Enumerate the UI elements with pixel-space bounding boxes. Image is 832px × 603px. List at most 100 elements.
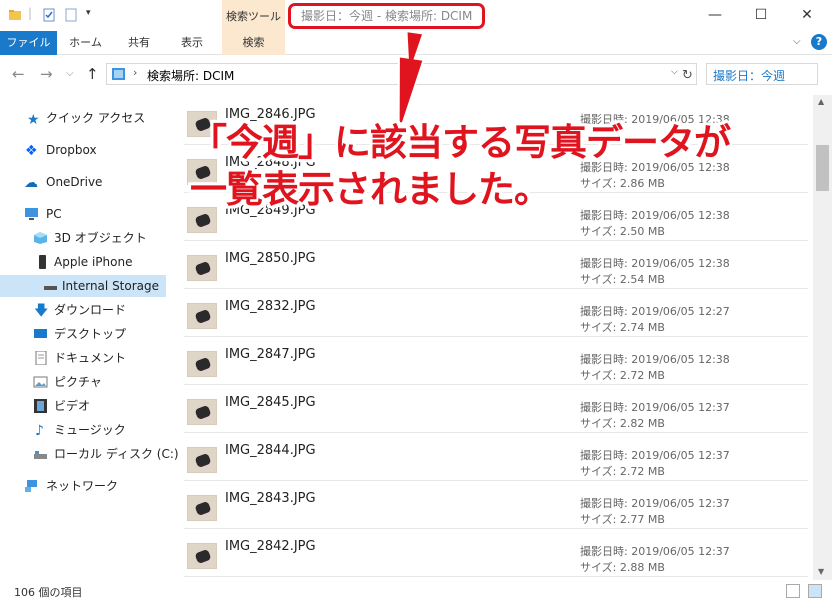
new-folder-icon[interactable] <box>64 8 78 22</box>
dropbox-icon: ❖ <box>25 143 38 159</box>
nav-music[interactable]: ♪ ミュージック <box>0 419 166 441</box>
scroll-down-icon[interactable]: ▼ <box>818 567 824 576</box>
back-button[interactable]: ← <box>12 65 25 83</box>
annotation-line-2: 一覧表示されました。 <box>190 168 551 211</box>
navigation-pane: ★ クイック アクセス ❖ Dropbox ☁ OneDrive PC 3D オ… <box>0 96 179 576</box>
nav-pictures[interactable]: ピクチャ <box>0 371 166 393</box>
address-dropdown-icon[interactable]: ⌵ <box>671 67 678 77</box>
file-date: 撮影日時: 2019/06/05 12:37 <box>580 449 730 462</box>
nav-network[interactable]: ネットワーク <box>0 475 166 497</box>
item-count: 106 個の項目 <box>14 586 83 599</box>
minimize-button[interactable]: — <box>692 0 738 31</box>
pictures-icon <box>33 376 48 388</box>
qa-separator: | <box>28 6 33 20</box>
nav-dropbox[interactable]: ❖ Dropbox <box>0 139 166 161</box>
file-date: 撮影日時: 2019/06/05 12:37 <box>580 545 730 558</box>
close-button[interactable]: ✕ <box>784 0 830 31</box>
nav-videos[interactable]: ビデオ <box>0 395 166 417</box>
download-icon: 🡇 <box>34 303 49 319</box>
status-bar: 106 個の項目 <box>0 580 832 603</box>
nav-desktop[interactable]: デスクトップ <box>0 323 166 345</box>
nav-quick-access[interactable]: ★ クイック アクセス <box>0 107 166 129</box>
star-icon: ★ <box>27 112 40 128</box>
music-note-icon: ♪ <box>35 423 44 439</box>
network-icon <box>25 480 37 492</box>
file-date: 撮影日時: 2019/06/05 12:38 <box>580 353 730 366</box>
nav-downloads[interactable]: 🡇 ダウンロード <box>0 299 166 321</box>
file-size: サイズ: 2.54 MB <box>580 273 665 286</box>
file-date: 撮影日時: 2019/06/05 12:37 <box>580 401 730 414</box>
large-icons-view-icon[interactable] <box>808 584 822 598</box>
up-button[interactable]: ↑ <box>86 65 99 83</box>
tab-share[interactable]: 共有 <box>114 31 164 55</box>
file-name: IMG_2850.JPG <box>225 251 316 266</box>
cloud-icon: ☁ <box>24 175 38 191</box>
details-view-icon[interactable] <box>786 584 800 598</box>
tab-file[interactable]: ファイル <box>0 31 57 55</box>
desktop-icon <box>34 329 47 338</box>
forward-button[interactable]: → <box>40 65 53 83</box>
nav-pc[interactable]: PC <box>0 203 166 225</box>
nav-internal-storage[interactable]: Internal Storage <box>0 275 166 297</box>
breadcrumb-separator-icon[interactable]: › <box>133 66 137 79</box>
file-name: IMG_2843.JPG <box>225 491 316 506</box>
file-row[interactable]: IMG_2843.JPG 撮影日時: 2019/06/05 12:37 サイズ:… <box>184 481 808 529</box>
maximize-button[interactable]: ☐ <box>738 0 784 31</box>
qa-customize-icon[interactable]: ▾ <box>86 8 91 18</box>
breadcrumb[interactable]: 検索場所: DCIM <box>147 67 234 84</box>
properties-icon[interactable] <box>42 8 56 22</box>
nav-documents[interactable]: ドキュメント <box>0 347 166 369</box>
photo-thumbnail <box>187 351 217 377</box>
tab-home[interactable]: ホーム <box>57 31 114 55</box>
file-row[interactable]: IMG_2850.JPG 撮影日時: 2019/06/05 12:38 サイズ:… <box>184 241 808 289</box>
photo-thumbnail <box>187 447 217 473</box>
tab-search[interactable]: 検索 <box>222 31 285 55</box>
drive-icon <box>34 451 47 459</box>
file-name: IMG_2847.JPG <box>225 347 316 362</box>
scroll-up-icon[interactable]: ▲ <box>818 97 824 106</box>
ribbon-expand-icon[interactable]: ⌵ <box>793 36 801 47</box>
cube-icon <box>34 232 47 244</box>
nav-local-disk[interactable]: ローカル ディスク (C:) <box>0 443 179 465</box>
tab-view[interactable]: 表示 <box>164 31 220 55</box>
file-date: 撮影日時: 2019/06/05 12:27 <box>580 305 730 318</box>
computer-icon <box>25 208 38 220</box>
file-size: サイズ: 2.82 MB <box>580 417 665 430</box>
file-row[interactable]: IMG_2842.JPG 撮影日時: 2019/06/05 12:37 サイズ:… <box>184 529 808 577</box>
photo-thumbnail <box>187 255 217 281</box>
scroll-thumb[interactable] <box>816 145 829 191</box>
storage-icon <box>44 286 57 290</box>
nav-onedrive[interactable]: ☁ OneDrive <box>0 171 166 193</box>
nav-3d-objects[interactable]: 3D オブジェクト <box>0 227 166 249</box>
refresh-button[interactable]: ↻ <box>679 66 696 88</box>
title-bar: | ▾ 検索ツール 撮影日：今週 - 検索場所: DCIM — ☐ ✕ <box>0 0 832 31</box>
photo-thumbnail <box>187 303 217 329</box>
nav-apple-iphone[interactable]: Apple iPhone <box>0 251 166 273</box>
file-size: サイズ: 2.74 MB <box>580 321 665 334</box>
vertical-scrollbar[interactable]: ▲ ▼ <box>813 95 832 580</box>
file-name: IMG_2844.JPG <box>225 443 316 458</box>
photo-thumbnail <box>187 399 217 425</box>
annotation-caption: 「今週」に該当する写真データが 一覧表示されました。 <box>190 119 800 213</box>
window-title: 撮影日：今週 - 検索場所: DCIM <box>288 3 486 29</box>
photo-thumbnail <box>187 543 217 569</box>
document-icon <box>35 351 47 365</box>
file-name: IMG_2845.JPG <box>225 395 316 410</box>
file-size: サイズ: 2.72 MB <box>580 465 665 478</box>
search-input[interactable]: 撮影日：今週 <box>706 63 818 85</box>
folder-icon <box>9 10 21 20</box>
file-size: サイズ: 2.88 MB <box>580 561 665 574</box>
help-icon[interactable]: ? <box>811 34 827 50</box>
file-row[interactable]: IMG_2847.JPG 撮影日時: 2019/06/05 12:38 サイズ:… <box>184 337 808 385</box>
search-tools-header: 検索ツール <box>222 0 285 31</box>
file-row[interactable]: IMG_2845.JPG 撮影日時: 2019/06/05 12:37 サイズ:… <box>184 385 808 433</box>
file-name: IMG_2842.JPG <box>225 539 316 554</box>
file-row[interactable]: IMG_2832.JPG 撮影日時: 2019/06/05 12:27 サイズ:… <box>184 289 808 337</box>
recent-locations-icon[interactable]: ⌵ <box>66 68 74 79</box>
file-size: サイズ: 2.72 MB <box>580 369 665 382</box>
phone-icon <box>39 255 46 269</box>
file-date: 撮影日時: 2019/06/05 12:37 <box>580 497 730 510</box>
file-size: サイズ: 2.77 MB <box>580 513 665 526</box>
file-row[interactable]: IMG_2844.JPG 撮影日時: 2019/06/05 12:37 サイズ:… <box>184 433 808 481</box>
photo-thumbnail <box>187 495 217 521</box>
